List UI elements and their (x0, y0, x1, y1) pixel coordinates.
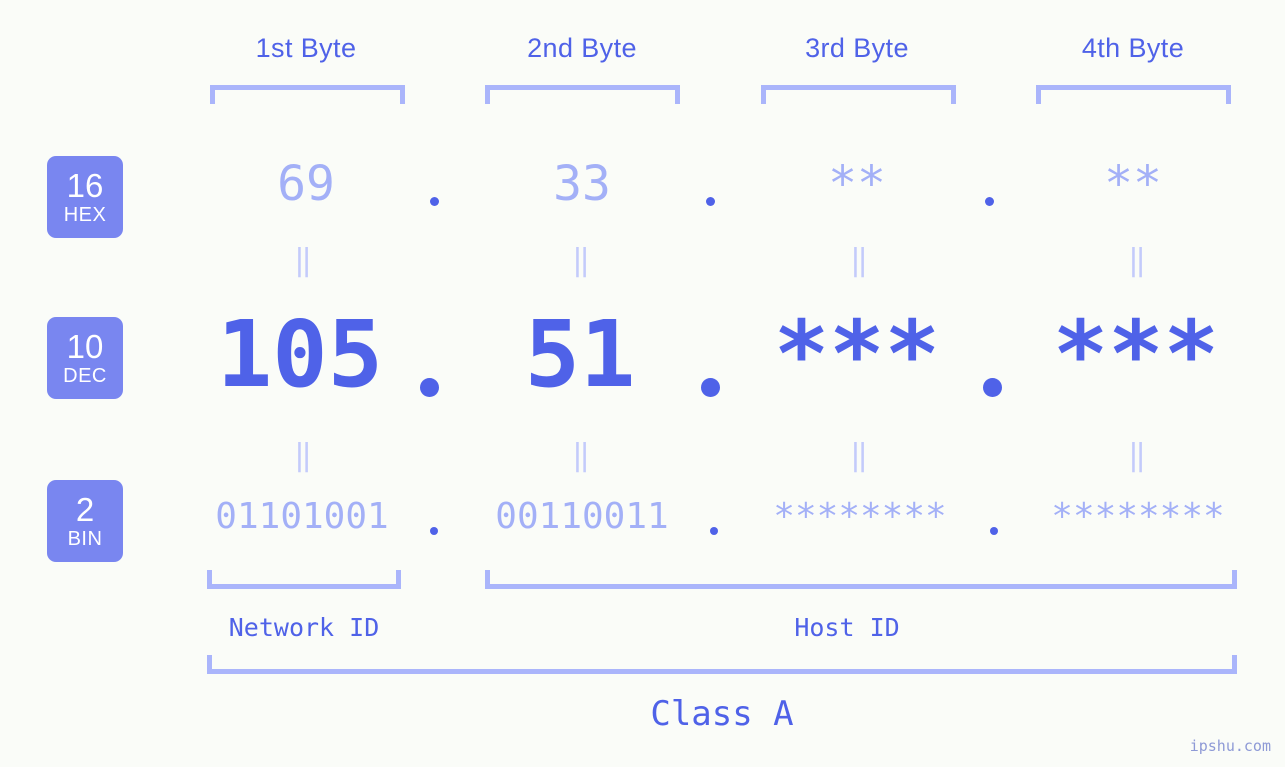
bin-separator-dot-2 (710, 527, 718, 535)
host-id-label: Host ID (794, 613, 900, 642)
byte-bracket-2 (485, 85, 680, 104)
bin-byte-1-value: 01101001 (215, 496, 389, 537)
hex-separator-dot-3 (985, 197, 994, 206)
hex-separator-dot-1 (430, 197, 439, 206)
dec-byte-2-value: 51 (524, 301, 636, 408)
radix-badge-dec-name: DEC (63, 364, 107, 387)
ip-address-breakdown-diagram: 1st Byte 2nd Byte 3rd Byte 4th Byte 16 H… (0, 0, 1285, 767)
radix-badge-hex-number: 16 (66, 166, 104, 204)
bin-byte-3-value: ******** (773, 496, 947, 537)
dec-byte-1-value: 105 (216, 301, 384, 408)
byte-header-2: 2nd Byte (527, 33, 637, 63)
radix-badge-bin: 2 BIN (47, 480, 123, 562)
bin-separator-dot-1 (430, 527, 438, 535)
hex-byte-4-value: ** (1104, 156, 1162, 212)
byte-header-4: 4th Byte (1081, 33, 1185, 63)
class-label: Class A (650, 694, 794, 734)
byte-bracket-4 (1036, 85, 1231, 104)
dec-separator-dot-2 (701, 378, 720, 397)
hex-byte-2-value: 33 (553, 156, 611, 212)
equals-mark-dec-bin-4: ‖ (1127, 438, 1146, 473)
byte-header-3: 3rd Byte (805, 33, 909, 63)
radix-badge-bin-number: 2 (75, 490, 95, 528)
radix-badge-hex-name: HEX (63, 203, 107, 226)
radix-badge-hex: 16 HEX (47, 156, 123, 238)
equals-mark-hex-dec-2: ‖ (571, 243, 590, 278)
equals-mark-dec-bin-1: ‖ (293, 438, 312, 473)
radix-badge-dec: 10 DEC (47, 317, 123, 399)
class-bracket (207, 655, 1237, 674)
byte-bracket-1 (210, 85, 405, 104)
equals-mark-hex-dec-3: ‖ (849, 243, 868, 278)
equals-mark-dec-bin-3: ‖ (849, 438, 868, 473)
dec-separator-dot-1 (420, 378, 439, 397)
network-id-bracket (207, 570, 401, 589)
site-watermark: ipshu.com (1189, 737, 1271, 755)
byte-bracket-3 (761, 85, 956, 104)
radix-badge-bin-name: BIN (67, 527, 103, 550)
bin-byte-2-value: 00110011 (495, 496, 669, 537)
dec-separator-dot-3 (983, 378, 1002, 397)
byte-header-1: 1st Byte (255, 33, 357, 63)
radix-badge-dec-number: 10 (66, 327, 104, 365)
bin-byte-4-value: ******** (1051, 496, 1225, 537)
equals-mark-dec-bin-2: ‖ (571, 438, 590, 473)
equals-mark-hex-dec-4: ‖ (1127, 243, 1146, 278)
bin-separator-dot-3 (990, 527, 998, 535)
dec-byte-4-value: *** (1052, 301, 1220, 408)
hex-byte-1-value: 69 (277, 156, 335, 212)
hex-separator-dot-2 (706, 197, 715, 206)
host-id-bracket (485, 570, 1237, 589)
equals-mark-hex-dec-1: ‖ (293, 243, 312, 278)
network-id-label: Network ID (228, 613, 380, 642)
hex-byte-3-value: ** (828, 156, 886, 212)
dec-byte-3-value: *** (773, 301, 941, 408)
